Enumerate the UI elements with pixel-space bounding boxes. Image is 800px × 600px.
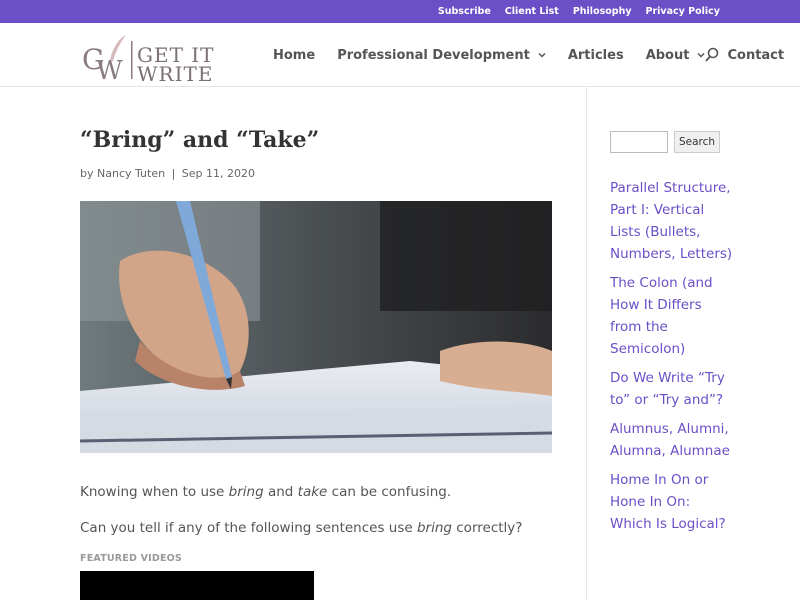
nav-about[interactable]: About	[646, 48, 706, 63]
recent-post-link[interactable]: Do We Write “Try to” or “Try and”?	[610, 367, 735, 411]
nav-label: Articles	[567, 47, 624, 63]
sidebar-search-input[interactable]	[610, 131, 668, 153]
nav-label: Home	[273, 47, 316, 63]
privacy-policy-link[interactable]: Privacy Policy	[646, 6, 720, 17]
sidebar-divider	[586, 87, 587, 600]
top-links: Subscribe Client List Philosophy Privacy…	[424, 0, 720, 23]
nav-label: Professional Development	[337, 47, 530, 63]
recent-posts-list: Parallel Structure, Part I: Vertical Lis…	[610, 177, 735, 542]
nav-home[interactable]: Home	[273, 48, 315, 63]
philosophy-link[interactable]: Philosophy	[573, 6, 632, 17]
site-header: G W GET IT WRITE Home Professional Devel…	[0, 23, 800, 87]
post-meta: by Nancy Tuten | Sep 11, 2020	[80, 167, 255, 180]
text: Can you tell if any of the following sen…	[80, 520, 417, 536]
svg-text:WRITE: WRITE	[137, 62, 213, 83]
nav-label: Contact	[727, 47, 785, 63]
subscribe-link[interactable]: Subscribe	[438, 6, 491, 17]
text-emphasis: take	[297, 484, 328, 500]
sidebar-search-button[interactable]: Search	[674, 131, 720, 153]
byline-prefix: by	[80, 167, 94, 180]
logo-graphic: G W GET IT WRITE	[82, 35, 214, 86]
chevron-down-icon	[538, 52, 546, 58]
main-nav: Home Professional Development Articles A…	[273, 23, 800, 87]
nav-label: About	[645, 47, 690, 63]
recent-post-link[interactable]: Parallel Structure, Part I: Vertical Lis…	[610, 177, 735, 265]
recent-post-link[interactable]: Alumnus, Alumni, Alumna, Alumnae	[610, 418, 735, 462]
text-emphasis: bring	[228, 484, 264, 500]
post-title: “Bring” and “Take”	[80, 127, 320, 153]
featured-videos-label: FEATURED VIDEOS	[80, 553, 182, 564]
meta-separator: |	[171, 167, 176, 180]
nav-professional-development[interactable]: Professional Development	[337, 48, 546, 63]
top-bar: Subscribe Client List Philosophy Privacy…	[0, 0, 800, 23]
search-icon[interactable]	[704, 47, 720, 63]
nav-articles[interactable]: Articles	[568, 48, 624, 63]
recent-post-link[interactable]: Home In On or Hone In On: Which Is Logic…	[610, 469, 735, 535]
post-date: Sep 11, 2020	[181, 167, 256, 180]
video-player[interactable]	[80, 571, 314, 600]
text: and	[263, 484, 298, 500]
text: Knowing when to use	[80, 484, 229, 500]
author-link[interactable]: Nancy Tuten	[97, 167, 165, 180]
client-list-link[interactable]: Client List	[505, 6, 559, 17]
nav-contact[interactable]: Contact	[727, 48, 784, 63]
svg-text:W: W	[96, 56, 123, 83]
writing-hand-photo	[80, 201, 552, 453]
text-emphasis: bring	[416, 520, 452, 536]
intro-paragraph: Knowing when to use bring and take can b…	[80, 484, 451, 500]
recent-post-link[interactable]: The Colon (and How It Differs from the S…	[610, 272, 735, 360]
site-logo[interactable]: G W GET IT WRITE	[82, 31, 222, 86]
question-paragraph: Can you tell if any of the following sen…	[80, 520, 522, 536]
text: correctly?	[451, 520, 523, 536]
featured-image	[80, 201, 552, 453]
text: can be confusing.	[327, 484, 452, 500]
